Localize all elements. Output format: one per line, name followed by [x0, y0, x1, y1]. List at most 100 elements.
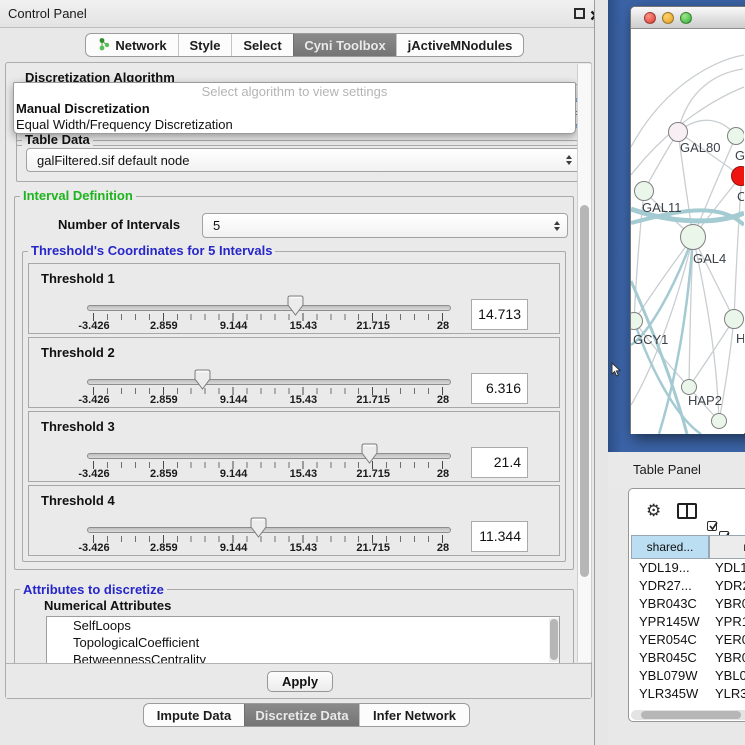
gear-icon[interactable]: ⚙ — [646, 502, 661, 519]
network-node-gal4[interactable] — [680, 224, 706, 250]
panel-scrollbar-thumb[interactable] — [580, 205, 589, 577]
slider-track[interactable] — [87, 305, 451, 311]
table-row[interactable]: YDL19...YDL1 — [631, 559, 745, 577]
cell-shared-name: YBR043C — [631, 595, 709, 613]
table-row[interactable]: YER054CYER0 — [631, 631, 745, 649]
cell-name: YDR2 — [709, 577, 745, 595]
network-window[interactable]: GAL80GACGAL11GAL4GCY1HHAP2 — [630, 6, 745, 434]
network-node-gal11[interactable] — [634, 181, 654, 201]
tick-label: 9.144 — [220, 468, 248, 480]
attributes-list: SelfLoopsTopologicalCoefficientBetweenne… — [46, 616, 560, 663]
slider-thumb[interactable] — [287, 295, 304, 316]
slider-thumb[interactable] — [250, 517, 267, 538]
network-node-c[interactable] — [731, 166, 744, 186]
table-header-shared-name[interactable]: shared... — [631, 535, 709, 559]
cell-shared-name: YBR045C — [631, 649, 709, 667]
table-row[interactable]: YPR145WYPR1 — [631, 613, 745, 631]
combo-arrows-icon — [554, 221, 560, 231]
cell-name: YBL0 — [709, 667, 745, 685]
slider-thumb[interactable] — [194, 369, 211, 390]
threshold-value-field[interactable]: 14.713 — [471, 299, 528, 330]
tab-label: Discretize Data — [255, 708, 348, 723]
node-label: C — [737, 189, 744, 204]
screen: Control Panel Network Style Select Cyni Too… — [0, 0, 745, 745]
slider-major-ticks — [93, 461, 445, 469]
dropdown-item[interactable]: Equal Width/Frequency Discretization — [14, 117, 575, 133]
attribute-item[interactable]: TopologicalCoefficient — [47, 634, 559, 651]
interval-group-label: Interval Definition — [20, 189, 136, 203]
table-row[interactable]: YIL052CYIL0 — [631, 703, 745, 707]
slider-thumb[interactable] — [361, 443, 378, 464]
cell-shared-name: YIL052C — [631, 703, 709, 707]
threshold-value-field[interactable]: 21.4 — [471, 447, 528, 478]
threshold-label: Threshold 2 — [41, 345, 115, 360]
cell-name: YIL0 — [709, 703, 742, 707]
table-row[interactable]: YDR27...YDR2 — [631, 577, 745, 595]
float-window-icon[interactable] — [574, 8, 585, 19]
network-node-h[interactable] — [724, 309, 744, 329]
close-traffic-light[interactable] — [644, 12, 656, 24]
cell-name: YLR3 — [709, 685, 745, 703]
slider-track[interactable] — [87, 453, 451, 459]
tick-label: 9.144 — [220, 542, 248, 554]
table-row[interactable]: YBR045CYBR0 — [631, 649, 745, 667]
network-node[interactable] — [711, 413, 727, 429]
threshold-label: Threshold 3 — [41, 419, 115, 434]
table-data-combobox[interactable]: galFiltered.sif default node — [26, 148, 577, 172]
split-columns-icon[interactable] — [677, 503, 697, 519]
table-row[interactable]: YBR043CYBR0 — [631, 595, 745, 613]
table-row[interactable]: YLR345WYLR3 — [631, 685, 745, 703]
apply-button[interactable]: Apply — [267, 671, 333, 692]
threshold-value-field[interactable]: 6.316 — [471, 373, 528, 404]
threshold-panel: Threshold 3 -3.4262.8599.14415.4321.7152… — [28, 411, 560, 482]
tab-style[interactable]: Style — [178, 34, 231, 56]
attribute-item[interactable]: BetweennessCentrality — [47, 651, 559, 663]
panel-divider[interactable] — [594, 0, 608, 745]
table-row[interactable]: YBL079WYBL0 — [631, 667, 745, 685]
dropdown-item[interactable]: Manual Discretization — [14, 101, 575, 117]
attribute-item[interactable]: SelfLoops — [47, 617, 559, 634]
slider-track[interactable] — [87, 527, 451, 533]
tab-impute-data[interactable]: Impute Data — [144, 704, 244, 726]
list-scrollbar[interactable] — [549, 618, 559, 662]
node-label: H — [736, 331, 744, 346]
threshold-panel: Threshold 1 -3.4262.8599.14415.4321.7152… — [28, 263, 560, 334]
checkbox-icon[interactable] — [707, 521, 717, 531]
tab-cyni-toolbox[interactable]: Cyni Toolbox — [293, 34, 396, 56]
tab-network[interactable]: Network — [86, 34, 178, 56]
table-hscrollbar-thumb[interactable] — [641, 711, 741, 719]
tab-infer-network[interactable]: Infer Network — [359, 704, 469, 726]
tab-label: Network — [115, 38, 166, 53]
panel-title: Control Panel — [8, 6, 87, 21]
num-intervals-label: Number of Intervals — [58, 217, 180, 232]
tick-label: 2.859 — [150, 468, 178, 480]
cell-shared-name: YDR27... — [631, 577, 709, 595]
tab-discretize-data[interactable]: Discretize Data — [244, 704, 359, 726]
tick-label: 15.43 — [290, 468, 318, 480]
tick-label: 21.715 — [356, 542, 390, 554]
zoom-traffic-light[interactable] — [680, 12, 692, 24]
tab-jactivemnodules[interactable]: jActiveMNodules — [396, 34, 523, 56]
tick-label: 15.43 — [290, 542, 318, 554]
tab-label: Select — [243, 38, 281, 53]
slider-track[interactable] — [87, 379, 451, 385]
tab-select[interactable]: Select — [231, 34, 293, 56]
threshold-value-field[interactable]: 11.344 — [471, 521, 528, 552]
tick-label: 28 — [437, 542, 449, 554]
threshold-label: Threshold 1 — [41, 271, 115, 286]
panel-scrollbar[interactable] — [577, 64, 592, 662]
table-hscrollbar[interactable] — [631, 710, 745, 720]
minimize-traffic-light[interactable] — [662, 12, 674, 24]
tick-label: 9.144 — [220, 394, 248, 406]
num-intervals-combobox[interactable]: 5 — [202, 213, 568, 238]
cell-name: YDL1 — [709, 559, 745, 577]
thresholds-group-label: Threshold's Coordinates for 5 Intervals — [28, 244, 275, 258]
network-window-titlebar[interactable] — [631, 7, 745, 29]
table-header-name[interactable]: n — [709, 535, 745, 559]
network-node-gal80[interactable] — [668, 122, 688, 142]
num-intervals-value: 5 — [213, 218, 220, 233]
network-node-ga[interactable] — [727, 127, 744, 145]
threshold-panel: Threshold 2 -3.4262.8599.14415.4321.7152… — [28, 337, 560, 408]
slider-major-ticks — [93, 387, 445, 395]
network-content[interactable]: GAL80GACGAL11GAL4GCY1HHAP2 — [631, 29, 744, 434]
